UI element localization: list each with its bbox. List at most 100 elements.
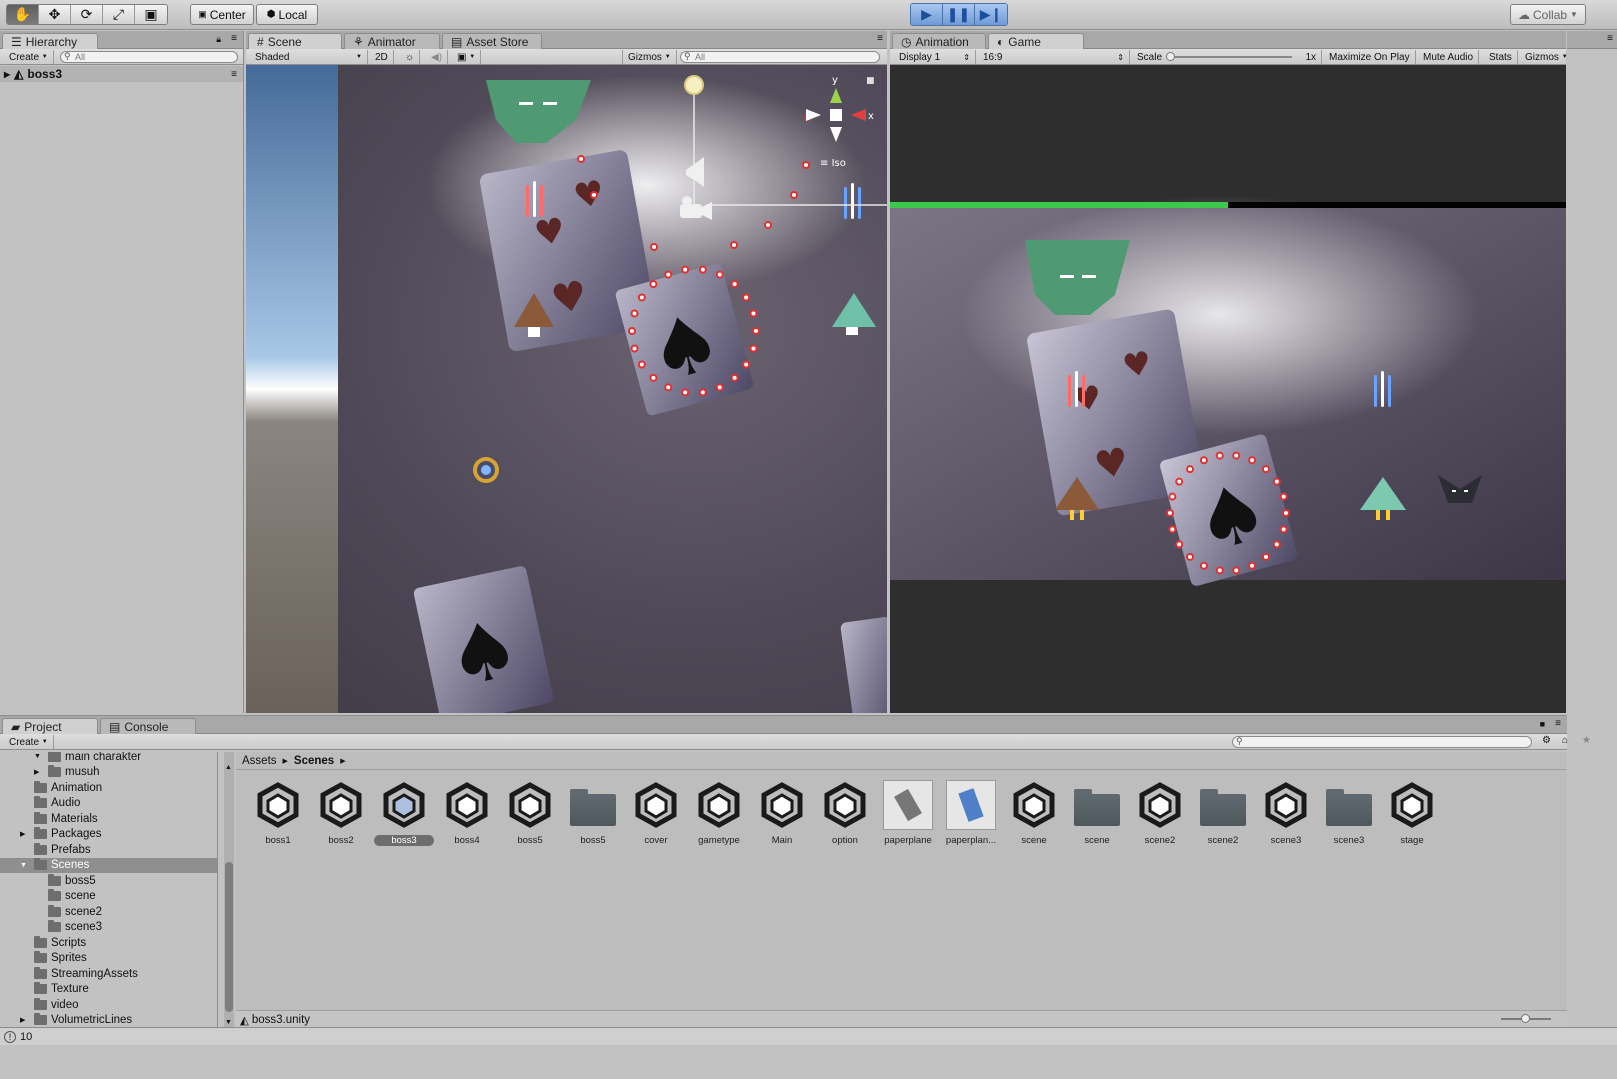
lighting-toggle[interactable]: ☼ [400,50,421,64]
tab-animation[interactable]: ◷ Animation [892,33,986,49]
aspect-dropdown[interactable]: 16:9 ⇕ [978,50,1130,64]
hierarchy-search-input[interactable]: All [60,51,238,63]
asset-item[interactable]: scene3 [1319,779,1379,846]
mute-audio-toggle[interactable]: Mute Audio [1418,50,1480,64]
tree-item[interactable]: StreamingAssets [0,966,217,981]
collab-button[interactable]: ☁ Collab ▼ [1510,4,1586,25]
asset-item[interactable]: cover [626,779,686,846]
shading-mode-dropdown[interactable]: Shaded ▼ [250,50,368,64]
status-count[interactable]: 10 [20,1031,32,1043]
tree-scroll-thumb[interactable] [225,862,233,1012]
scene-search-input[interactable]: All [680,51,880,63]
row-menu-icon[interactable]: ≡ [231,69,237,80]
asset-item[interactable]: stage [1382,779,1442,846]
scale-tool-icon[interactable]: ⤢ [103,5,135,24]
asset-item[interactable]: boss5 [500,779,560,846]
tree-item[interactable]: ▶ musuh [0,765,217,780]
chevron-right-icon[interactable]: ▶ [34,768,44,776]
tab-console[interactable]: ▤ Console [100,718,196,734]
asset-item[interactable]: paperplan... [941,779,1001,846]
tree-item[interactable]: ▶ VolumetricLines [0,1013,217,1028]
tree-item[interactable]: Prefabs [0,842,217,857]
asset-item[interactable]: scene2 [1193,779,1253,846]
tree-item[interactable]: Animation [0,780,217,795]
tree-item[interactable]: scene [0,889,217,904]
tag-icon[interactable]: ⌂ [1562,735,1568,746]
tab-hierarchy[interactable]: ☰ Hierarchy [2,33,98,49]
chevron-down-icon[interactable]: ▼ [20,862,30,869]
display-dropdown[interactable]: Display 1 ⇕ [894,50,976,64]
breadcrumb-assets[interactable]: Assets [242,755,277,767]
effects-dropdown[interactable]: ▣ ▼ [452,50,482,64]
rect-tool-icon[interactable]: ▣ [135,5,167,24]
iso-label[interactable]: ≡ Iso [820,158,846,169]
tree-item[interactable]: Sprites [0,951,217,966]
play-button[interactable]: ▶ [911,4,943,25]
panel-menu-icon[interactable]: ≡ [877,33,883,44]
tree-item[interactable]: ▼ Scenes [0,857,217,873]
panel-menu-icon[interactable]: ≡ [231,33,237,44]
icon-size-slider[interactable] [1501,1014,1551,1023]
tree-item[interactable]: ▼ main charakter [0,752,217,764]
tree-item[interactable]: scene3 [0,920,217,935]
asset-item[interactable]: boss2 [311,779,371,846]
game-viewport[interactable]: ♥ ♥ ♥ ♠ [890,65,1566,713]
scene-viewport[interactable]: ♥ ♥ ♥ ♠ ♠ y x ≡ Iso ■ [246,65,887,713]
scale-thumb[interactable] [1166,52,1176,61]
tab-asset-store[interactable]: ▤ Asset Store [442,33,542,49]
scroll-down-icon[interactable]: ▼ [225,1019,232,1026]
pivot-toggle-button[interactable]: ▣ Center [190,4,254,25]
spade-card-2[interactable]: ♠ [413,565,555,713]
asset-item[interactable]: boss4 [437,779,497,846]
filter-type-icon[interactable]: ⚙ [1542,735,1551,746]
asset-item[interactable]: scene [1067,779,1127,846]
panel-menu-icon[interactable]: ≡ [1555,718,1561,729]
step-button[interactable]: ▶❙ [975,4,1007,25]
tree-item[interactable]: Audio [0,796,217,811]
tab-game[interactable]: ◐ Game [988,33,1084,49]
scale-track[interactable] [1166,52,1293,61]
asset-item[interactable]: scene2 [1130,779,1190,846]
asset-item[interactable]: boss3 [374,779,434,846]
scene-root-row[interactable]: ▶ ◭ boss3 ≡ [0,66,243,82]
breadcrumb-scenes[interactable]: Scenes [294,755,334,767]
chevron-right-icon[interactable]: ▶ [20,830,30,838]
pause-button[interactable]: ❚❚ [943,4,975,25]
player-ship-teal[interactable] [832,293,876,335]
move-tool-icon[interactable]: ✥ [39,5,71,24]
rotate-tool-icon[interactable]: ⟳ [71,5,103,24]
tree-item[interactable]: Texture [0,982,217,997]
game-gizmos-dropdown[interactable]: Gizmos ▼ [1520,50,1573,64]
gizmo-lock-icon[interactable]: ■ [866,76,875,86]
lock-icon[interactable]: 🔒︎ [216,34,221,45]
star-icon[interactable]: ★ [1582,735,1591,746]
asset-item[interactable]: gametype [689,779,749,846]
project-create-dropdown[interactable]: Create ▼ [4,735,54,749]
tree-item[interactable]: scene2 [0,904,217,919]
audio-toggle[interactable]: ◀) [426,50,449,64]
tree-item[interactable]: Materials [0,811,217,826]
hand-tool-icon[interactable]: ✋ [7,5,39,24]
tree-item[interactable]: boss5 [0,873,217,888]
mode-2d-toggle[interactable]: 2D [370,50,394,64]
tree-item[interactable]: Scripts [0,935,217,950]
spade-card-3[interactable] [840,616,887,713]
chevron-right-icon[interactable]: ▶ [4,70,10,79]
game-canvas[interactable]: ♥ ♥ ♥ ♠ [890,65,1566,713]
tree-scrollbar[interactable]: ▲ ▼ [224,752,234,1028]
tab-scene[interactable]: # Scene [248,33,342,49]
asset-item[interactable]: scene3 [1256,779,1316,846]
scene-canvas[interactable]: ♥ ♥ ♥ ♠ ♠ y x ≡ Iso ■ [246,65,887,713]
tree-item[interactable]: ▶ Packages [0,827,217,842]
tree-item[interactable]: video [0,997,217,1012]
panel-menu-icon[interactable]: ≡ [1607,33,1613,44]
asset-item[interactable]: boss5 [563,779,623,846]
asset-item[interactable]: Main [752,779,812,846]
chevron-down-icon[interactable]: ▼ [34,753,44,760]
pickup-orb[interactable] [473,457,499,483]
stats-toggle[interactable]: Stats [1484,50,1518,64]
tab-project[interactable]: ▰ Project [2,718,98,734]
asset-item[interactable]: boss1 [248,779,308,846]
tab-animator[interactable]: ⚘ Animator [344,33,440,49]
scene-gizmos-dropdown[interactable]: Gizmos ▼ [622,50,677,64]
